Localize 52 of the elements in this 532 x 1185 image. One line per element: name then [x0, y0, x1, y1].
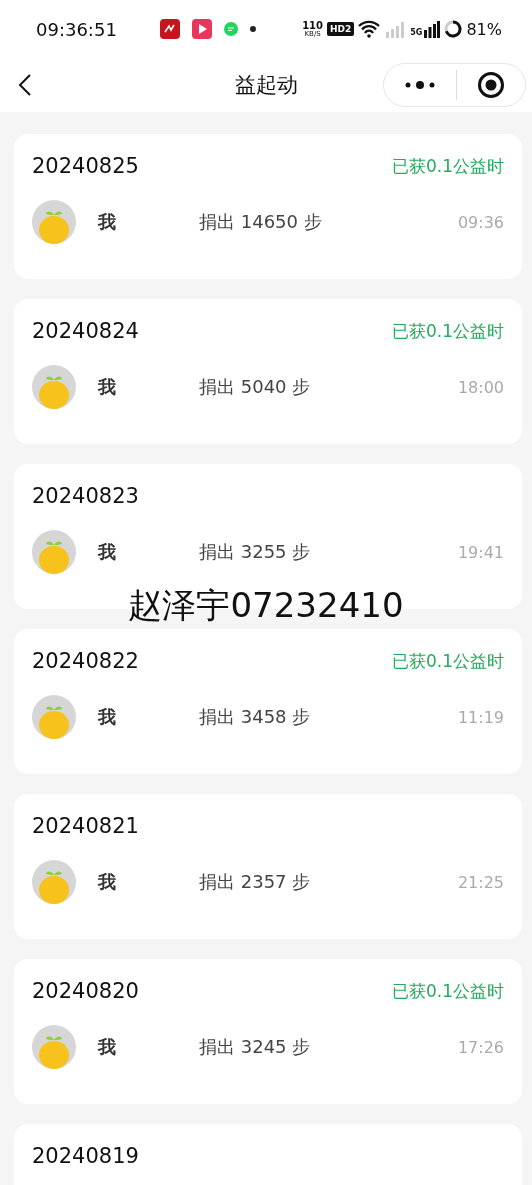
- avatar-icon: [32, 530, 76, 574]
- step-count: 捐出 3245 步: [199, 1035, 311, 1059]
- donor-name: 我: [98, 540, 117, 564]
- donor-name: 我: [98, 375, 117, 399]
- more-icon[interactable]: [404, 80, 436, 90]
- battery-icon: [444, 20, 463, 38]
- record-date: 20240821: [32, 814, 139, 838]
- record-time: 19:41: [457, 542, 504, 562]
- dot-icon: [250, 26, 256, 32]
- step-count: 捐出 3255 步: [199, 540, 311, 564]
- signal-icon: [424, 20, 441, 38]
- donor-name: 我: [98, 210, 117, 234]
- step-count: 捐出 2357 步: [199, 870, 311, 894]
- donor-name: 我: [98, 870, 117, 894]
- record-date: 20240822: [32, 649, 139, 673]
- record-date: 20240820: [32, 979, 139, 1003]
- wifi-icon: [358, 20, 381, 38]
- record-date: 20240825: [32, 154, 139, 178]
- reward-label: 已获0.1公益时: [391, 154, 504, 178]
- network-type: 5G: [410, 27, 423, 37]
- page-title: 益起动: [234, 72, 298, 99]
- record-time: 18:00: [457, 377, 504, 397]
- hd-badge: HD2: [327, 22, 355, 36]
- donor-name: 我: [98, 705, 117, 729]
- step-count: 捐出 14650 步: [199, 210, 322, 234]
- reward-label: 已获0.1公益时: [391, 979, 504, 1003]
- status-time: 09:36:51: [36, 18, 118, 40]
- step-count: 捐出 3458 步: [199, 705, 311, 729]
- signal-icon: [384, 20, 407, 38]
- reward-label: 已获0.1公益时: [391, 319, 504, 343]
- avatar-icon: [32, 1025, 76, 1069]
- avatar-icon: [32, 695, 76, 739]
- close-icon[interactable]: [477, 71, 505, 99]
- record-date: 20240824: [32, 319, 139, 343]
- record-time: 17:26: [457, 1037, 504, 1057]
- chat-icon: [224, 22, 238, 36]
- step-count: 捐出 5040 步: [199, 375, 311, 399]
- record-date: 20240819: [32, 1144, 139, 1168]
- avatar-icon: [32, 200, 76, 244]
- play-icon: [192, 19, 212, 39]
- record-time: 11:19: [457, 707, 504, 727]
- avatar-icon: [32, 860, 76, 904]
- reward-label: 已获0.1公益时: [391, 649, 504, 673]
- donor-name: 我: [98, 1035, 117, 1059]
- app-icon: [160, 19, 180, 39]
- overlay-text: 赵泽宇07232410: [127, 584, 405, 627]
- record-date: 20240823: [32, 484, 139, 508]
- record-time: 09:36: [457, 212, 504, 232]
- avatar-icon: [32, 365, 76, 409]
- back-icon[interactable]: [18, 73, 32, 97]
- battery-level: 81%: [466, 19, 502, 39]
- record-time: 21:25: [457, 872, 504, 892]
